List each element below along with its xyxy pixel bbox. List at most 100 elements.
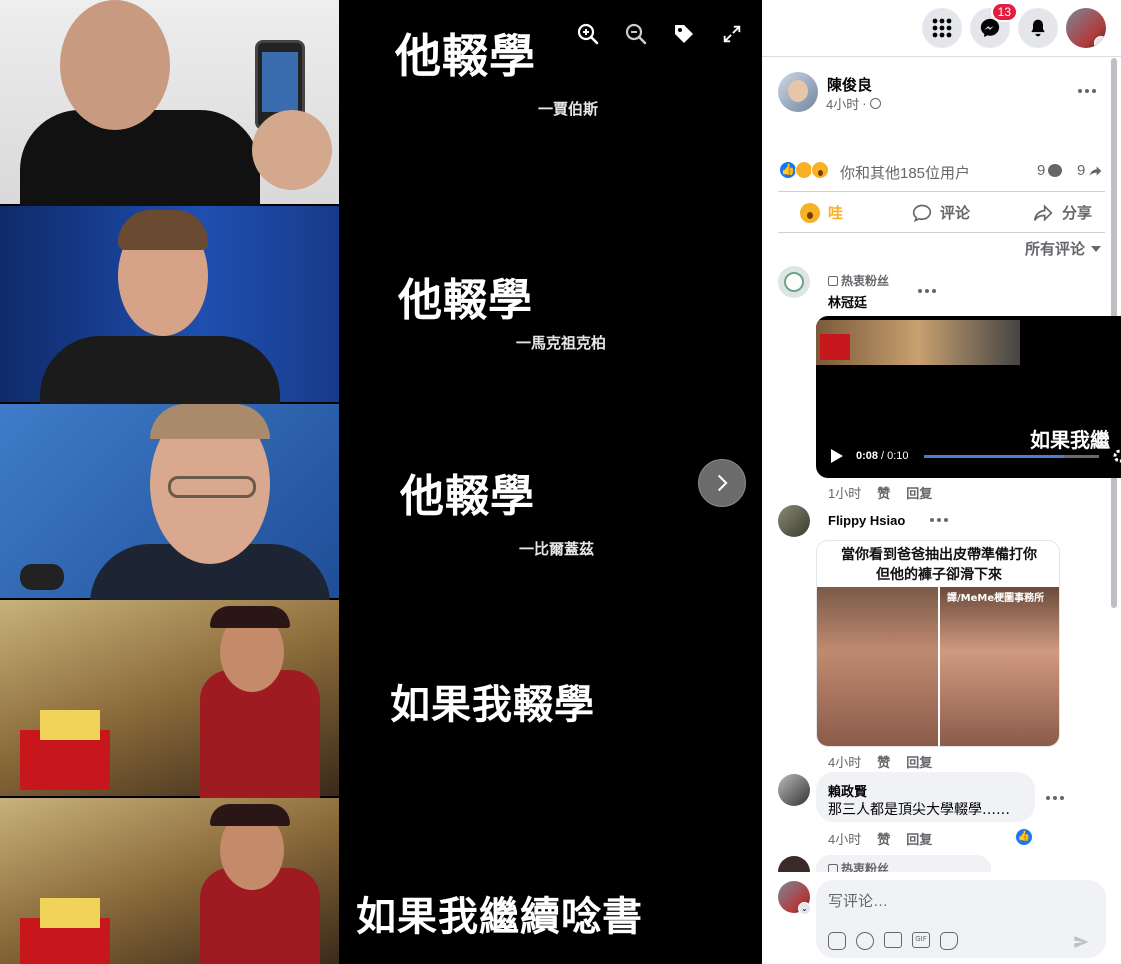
account-avatar-button[interactable]: ⌄	[1066, 8, 1106, 48]
like-reaction-icon[interactable]: 👍	[1015, 828, 1033, 846]
comment-bubble: 热衷粉丝	[816, 855, 991, 872]
settings-gear-icon[interactable]	[1112, 448, 1121, 464]
photo-zuckerberg	[0, 206, 339, 406]
commenter-name[interactable]: 林冠廷	[828, 292, 867, 311]
wow-reaction-button[interactable]: 哇	[800, 202, 843, 223]
share-count[interactable]: 9	[1077, 162, 1103, 179]
comment-icon	[912, 204, 932, 222]
comment-reply-button[interactable]: 回复	[906, 752, 932, 771]
post-author-name[interactable]: 陳俊良	[827, 74, 872, 95]
badge-label: 热衷粉丝	[841, 862, 890, 872]
meme-text-line-1: 當你看到爸爸抽出皮帶準備打你	[841, 547, 1037, 563]
commenter-name[interactable]: Flippy Hsiao	[828, 513, 905, 528]
commenter-name[interactable]: 賴政賢	[828, 781, 867, 800]
comment-like-button[interactable]: 赞	[877, 752, 890, 771]
comment-time[interactable]: 4小时	[828, 752, 861, 771]
fullscreen-icon	[723, 25, 741, 43]
separator: ·	[862, 96, 867, 111]
comment-meta: 4小时 赞 回复	[828, 829, 932, 848]
comment-input-box[interactable]: 写评论… GIF	[816, 880, 1106, 958]
photo-viewer: 他輟學 一賈伯斯 他輟學 一馬克祖克柏 他輟學 一比爾蓋茲 如果我輟學 如果我繼…	[0, 0, 762, 964]
share-count-value: 9	[1077, 162, 1086, 179]
globe-icon	[869, 98, 881, 109]
comment-video-player[interactable]: 如果我繼 0:08 / 0:10	[816, 316, 1121, 478]
comment-bubble: 賴政賢 那三人都是頂尖大學輟學……	[816, 772, 1035, 822]
mcdonalds-fries	[820, 334, 850, 360]
meme-panel-3: 他輟學 一比爾蓋茲	[0, 404, 762, 604]
chevron-down-icon: ⌄	[798, 902, 811, 915]
comment-like-button[interactable]: 赞	[877, 829, 890, 848]
panel-caption: 他輟學	[395, 29, 536, 83]
comment-options-button[interactable]	[918, 289, 936, 293]
comment-meme-image[interactable]: 當你看到爸爸抽出皮帶準備打你 但他的褲子卻滑下來 譯/MeMe梗圖事務所	[816, 540, 1060, 747]
notification-count-badge: 13	[990, 2, 1018, 22]
meme-face-smiling	[940, 587, 1059, 746]
photo-gates	[0, 404, 339, 604]
messenger-button[interactable]: 13	[970, 2, 1018, 48]
comment-options-button[interactable]	[930, 518, 948, 522]
composer-tools: GIF	[828, 932, 958, 950]
post-options-button[interactable]	[1078, 89, 1096, 93]
top-fan-badge: 热衷粉丝	[828, 860, 889, 872]
comment-input[interactable]: 写评论…	[828, 890, 888, 911]
comment-reply-button[interactable]: 回复	[906, 829, 932, 848]
video-overlay-text: 如果我繼	[1030, 428, 1110, 452]
tag-button[interactable]	[668, 18, 700, 50]
panel-credit: 一賈伯斯	[538, 100, 599, 118]
share-label: 分享	[1062, 205, 1093, 222]
menu-button[interactable]	[922, 8, 962, 48]
author-avatar[interactable]	[778, 72, 818, 112]
meme-panel-4: 如果我輟學	[0, 600, 762, 800]
panel-caption: 如果我輟學	[390, 682, 595, 728]
sticker-icon[interactable]	[940, 932, 958, 950]
comment-options-button[interactable]	[1046, 796, 1064, 800]
reaction-icons[interactable]: 👍	[779, 161, 829, 179]
emoji-icon[interactable]	[856, 932, 874, 950]
next-photo-button[interactable]	[698, 459, 746, 507]
trophy-icon	[828, 863, 838, 872]
photo-jobs	[0, 0, 339, 210]
comment-meta: 1小时 赞 回复	[828, 483, 932, 502]
bell-icon	[1031, 19, 1045, 37]
commenter-avatar[interactable]	[778, 774, 810, 806]
comment-composer: ⌄ 写评论… GIF	[762, 872, 1121, 964]
gif-icon[interactable]: GIF	[912, 932, 930, 948]
share-button[interactable]: 分享	[1032, 202, 1092, 223]
camera-icon[interactable]	[884, 932, 902, 948]
comment-bubble-icon	[1048, 164, 1063, 177]
meme-panel-2: 他輟學 一馬克祖克柏	[0, 206, 762, 406]
video-progress-fill	[924, 455, 1064, 458]
commenter-avatar[interactable]	[778, 266, 810, 298]
comment-reply-button[interactable]: 回复	[906, 483, 932, 502]
reaction-summary[interactable]: 你和其他185位用户	[840, 162, 970, 183]
avatar-sticker-icon[interactable]	[828, 932, 846, 950]
commenter-avatar[interactable]	[778, 856, 810, 872]
commenter-avatar[interactable]	[778, 505, 810, 537]
post-time[interactable]: 4小时	[826, 94, 859, 113]
comment-meta: 4小时 赞 回复	[828, 752, 932, 771]
send-icon[interactable]	[1072, 934, 1090, 950]
panel-caption: 如果我繼續唸書	[356, 894, 643, 940]
zoom-out-icon	[625, 23, 647, 45]
share-arrow-icon	[1090, 165, 1102, 176]
zoom-out-button[interactable]	[620, 18, 652, 50]
comment-filter-dropdown[interactable]: 所有评论	[1025, 238, 1102, 259]
zoom-in-button[interactable]	[572, 18, 604, 50]
play-icon[interactable]	[830, 448, 844, 464]
comment-time[interactable]: 1小时	[828, 483, 861, 502]
panel-caption: 他輟學	[398, 275, 533, 326]
comment-like-button[interactable]: 赞	[877, 483, 890, 502]
meme-text-line-2: 但他的褲子卻滑下來	[876, 567, 1002, 583]
panel-credit: 一比爾蓋茲	[519, 540, 595, 558]
comment-time[interactable]: 4小时	[828, 829, 861, 848]
chevron-right-icon	[717, 474, 728, 492]
comment-filter-label: 所有评论	[1025, 241, 1086, 258]
panel-caption: 他輟學	[400, 471, 535, 522]
fullscreen-button[interactable]	[716, 18, 748, 50]
tag-icon	[675, 25, 693, 43]
notifications-button[interactable]	[1018, 8, 1058, 48]
comment-button[interactable]: 评论	[912, 202, 970, 223]
comment-count[interactable]: 9	[1037, 162, 1063, 179]
video-progress-bar[interactable]	[924, 455, 1099, 458]
wow-icon	[800, 202, 820, 223]
